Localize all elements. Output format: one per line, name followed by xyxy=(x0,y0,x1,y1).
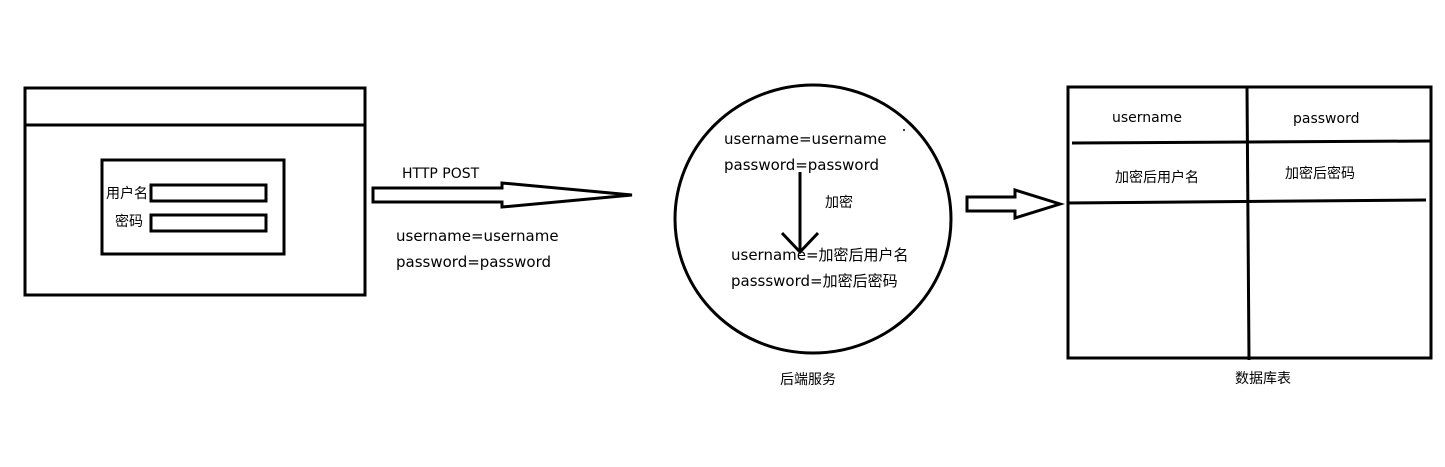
username-input[interactable] xyxy=(149,183,268,203)
table-header-divider xyxy=(1071,139,1432,145)
http-post-label: HTTP POST xyxy=(402,166,480,182)
backend-input-username: username=username xyxy=(724,130,887,148)
table-header-password: password xyxy=(1293,111,1360,127)
backend-output-username: username=加密后用户名 xyxy=(731,246,909,264)
username-label: 用户名 xyxy=(106,186,148,202)
table-row-divider xyxy=(1067,198,1427,205)
to-database-arrow xyxy=(965,187,1066,221)
table-header-username: username xyxy=(1112,110,1182,126)
request-username-line: username=username xyxy=(396,227,559,245)
browser-window xyxy=(23,86,367,297)
flow-diagram xyxy=(23,83,1433,361)
backend-circle xyxy=(673,83,953,355)
backend-service xyxy=(673,83,953,355)
backend-caption: 后端服务 xyxy=(780,372,836,388)
password-label: 密码 xyxy=(115,214,143,230)
table-column-divider xyxy=(1245,86,1251,361)
database-caption: 数据库表 xyxy=(1235,371,1291,387)
encrypt-label: 加密 xyxy=(825,195,853,211)
table-cell-password: 加密后密码 xyxy=(1285,166,1355,182)
backend-input-password: password=password xyxy=(724,156,879,174)
stray-dot xyxy=(903,129,905,131)
table-cell-username: 加密后用户名 xyxy=(1115,170,1199,186)
password-input[interactable] xyxy=(149,213,268,233)
http-post-arrow xyxy=(371,181,633,209)
backend-output-password: passsword=加密后密码 xyxy=(731,272,898,290)
database-table xyxy=(1066,85,1433,361)
browser-frame xyxy=(23,86,367,297)
login-form-box xyxy=(100,158,286,256)
request-password-line: password=password xyxy=(396,253,551,271)
